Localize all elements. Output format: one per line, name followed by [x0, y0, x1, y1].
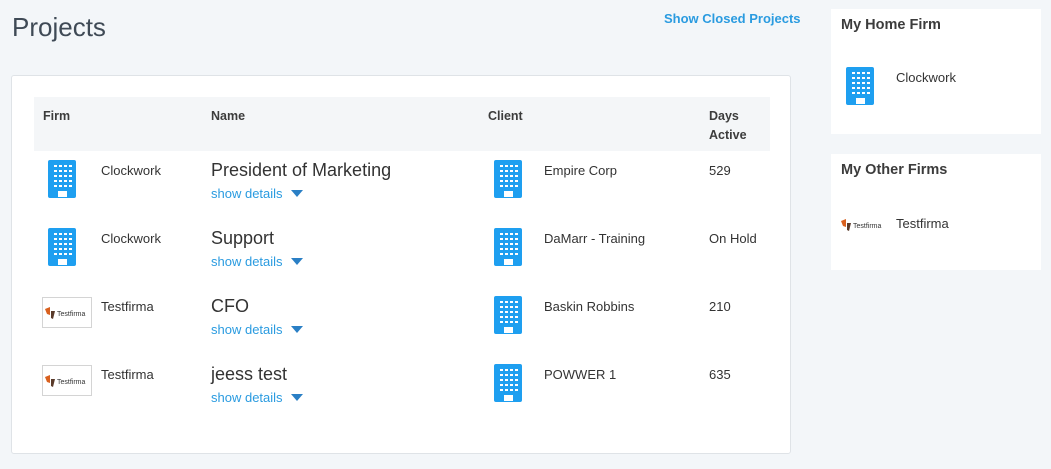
client-name: DaMarr - Training	[544, 231, 646, 246]
building-icon	[48, 228, 76, 266]
caret-down-icon	[290, 190, 303, 197]
building-icon	[494, 228, 522, 266]
client-name: Empire Corp	[544, 163, 617, 178]
building-icon	[494, 160, 522, 198]
days-active-value: 635	[709, 367, 731, 382]
column-header-days-active: Days Active	[709, 109, 747, 142]
project-name[interactable]: CFO	[211, 296, 249, 317]
testfirma-logo	[840, 218, 886, 237]
project-name[interactable]: President of Marketing	[211, 160, 391, 181]
days-active-value: On Hold	[709, 231, 757, 246]
table-row: Testfirma CFO show details Baskin Robbin…	[12, 292, 792, 360]
firm-name: Clockwork	[101, 163, 161, 178]
other-firms-title: My Other Firms	[841, 162, 948, 178]
show-closed-projects-link[interactable]: Show Closed Projects	[664, 11, 801, 26]
client-name: Baskin Robbins	[544, 299, 635, 314]
column-header-name: Name	[211, 109, 246, 123]
home-firm-card: My Home Firm Clockwork	[831, 9, 1041, 134]
caret-down-icon	[290, 394, 303, 401]
client-name: POWWER 1	[544, 367, 617, 382]
project-name[interactable]: jeess test	[211, 364, 287, 385]
show-details-link[interactable]: show details	[211, 322, 303, 337]
caret-down-icon	[290, 258, 303, 265]
firm-name: Testfirma	[101, 299, 154, 314]
project-name[interactable]: Support	[211, 228, 274, 249]
show-details-link[interactable]: show details	[211, 390, 303, 405]
testfirma-logo	[42, 365, 92, 396]
building-icon	[494, 296, 522, 334]
caret-down-icon	[290, 326, 303, 333]
home-firm-title: My Home Firm	[841, 17, 941, 33]
table-row: Testfirma jeess test show details POWWER…	[12, 360, 792, 428]
building-icon	[48, 160, 76, 198]
testfirma-logo-mark	[841, 219, 882, 231]
testfirma-logo-mark	[45, 306, 86, 319]
days-active-value: 529	[709, 163, 731, 178]
home-firm-name[interactable]: Clockwork	[896, 70, 956, 85]
testfirma-logo	[42, 297, 92, 328]
table-row: Clockwork Support show details DaMarr - …	[12, 224, 792, 292]
projects-table-card: Firm Name Client Days Active Clockwork P…	[11, 75, 791, 454]
column-header-firm: Firm	[43, 109, 71, 123]
page-title: Projects	[12, 12, 106, 42]
days-active-value: 210	[709, 299, 731, 314]
table-row: Clockwork President of Marketing show de…	[12, 156, 792, 224]
show-details-link[interactable]: show details	[211, 254, 303, 269]
building-icon	[846, 67, 874, 105]
table-header: Firm Name Client Days Active	[34, 97, 770, 151]
column-header-client: Client	[488, 109, 523, 123]
firm-name: Clockwork	[101, 231, 161, 246]
other-firm-name[interactable]: Testfirma	[896, 216, 949, 231]
testfirma-logo-mark	[45, 374, 86, 387]
firm-name: Testfirma	[101, 367, 154, 382]
show-details-link[interactable]: show details	[211, 186, 303, 201]
building-icon	[494, 364, 522, 402]
other-firms-card: My Other Firms Testfirma	[831, 154, 1041, 270]
